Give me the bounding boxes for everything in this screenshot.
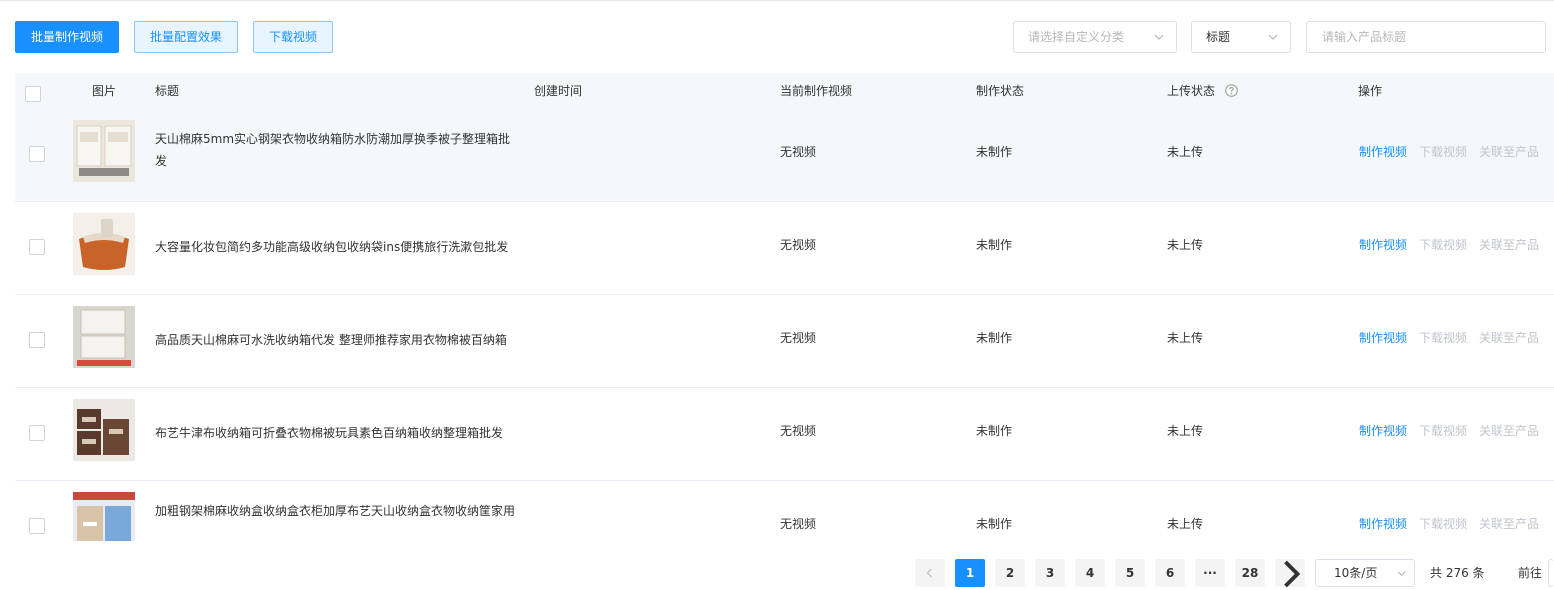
make-video-link[interactable]: 制作视频 — [1359, 422, 1407, 439]
link-to-product-link[interactable]: 关联至产品 — [1479, 236, 1539, 253]
batch-make-video-button[interactable]: 批量制作视频 — [15, 21, 119, 53]
page-button-5[interactable]: 5 — [1115, 559, 1145, 587]
upload-status: 未上传 — [1167, 145, 1204, 159]
header-actions: 操作 — [1358, 84, 1383, 98]
product-thumbnail[interactable] — [73, 120, 135, 182]
table-row: 大容量化妆包简约多功能高级收纳包收纳袋ins便携旅行洗漱包批发 无视频 未制作 … — [15, 202, 1554, 295]
header-created-time: 创建时间 — [534, 84, 583, 98]
product-thumbnail[interactable] — [73, 492, 135, 541]
category-select-placeholder: 请选择自定义分类 — [1028, 30, 1125, 44]
chevron-down-icon — [1397, 571, 1406, 577]
row-checkbox[interactable] — [29, 146, 45, 162]
product-title: 布艺牛津布收纳箱可折叠衣物棉被玩具素色百纳箱收纳整理箱批发 — [155, 426, 504, 440]
prev-page-button[interactable] — [915, 559, 945, 587]
download-video-link[interactable]: 下载视频 — [1419, 515, 1467, 532]
table-row: 天山棉麻5mm实心钢架衣物收纳箱防水防潮加厚换季被子整理箱批发 无视频 未制作 … — [15, 109, 1554, 202]
row-checkbox[interactable] — [29, 239, 45, 255]
page-button-3[interactable]: 3 — [1035, 559, 1065, 587]
question-circle-icon[interactable] — [1225, 84, 1238, 97]
search-field-select[interactable]: 标题 — [1191, 21, 1291, 53]
download-video-link[interactable]: 下载视频 — [1419, 143, 1467, 160]
toolbar: 批量制作视频 批量配置效果 下载视频 请选择自定义分类 标题 — [15, 21, 1546, 53]
table-row: 布艺牛津布收纳箱可折叠衣物棉被玩具素色百纳箱收纳整理箱批发 无视频 未制作 未上… — [15, 388, 1554, 481]
page-button-4[interactable]: 4 — [1075, 559, 1105, 587]
make-video-link[interactable]: 制作视频 — [1359, 329, 1407, 346]
header-upload-status-label: 上传状态 — [1167, 84, 1216, 98]
current-video: 无视频 — [780, 331, 817, 345]
upload-status: 未上传 — [1167, 424, 1204, 438]
download-video-link[interactable]: 下载视频 — [1419, 422, 1467, 439]
link-to-product-link[interactable]: 关联至产品 — [1479, 143, 1539, 160]
upload-status: 未上传 — [1167, 517, 1204, 531]
goto-label: 前往 — [1518, 566, 1543, 580]
current-video: 无视频 — [780, 517, 817, 531]
download-video-link[interactable]: 下载视频 — [1419, 236, 1467, 253]
search-field-value: 标题 — [1206, 30, 1231, 44]
pagination: 1 2 3 4 5 6 ··· 28 10条/页 共 276 条 前往 — [915, 559, 1554, 588]
header-current-video: 当前制作视频 — [780, 84, 853, 98]
select-all-checkbox[interactable] — [25, 86, 41, 102]
make-video-link[interactable]: 制作视频 — [1359, 236, 1407, 253]
custom-category-select[interactable]: 请选择自定义分类 — [1013, 21, 1177, 53]
make-status: 未制作 — [976, 331, 1013, 345]
link-to-product-link[interactable]: 关联至产品 — [1479, 515, 1539, 532]
make-status: 未制作 — [976, 238, 1013, 252]
product-title: 加粗钢架棉麻收纳盒收纳盒衣柜加厚布艺天山收纳盒衣物收纳筐家用 — [155, 504, 516, 518]
chevron-right-icon — [1284, 560, 1301, 588]
product-title: 高品质天山棉麻可水洗收纳箱代发 整理师推荐家用衣物棉被百纳箱 — [155, 333, 507, 347]
page-button-2[interactable]: 2 — [995, 559, 1025, 587]
current-video: 无视频 — [780, 424, 817, 438]
header-make-status: 制作状态 — [976, 84, 1025, 98]
batch-config-effect-button[interactable]: 批量配置效果 — [134, 21, 238, 53]
product-title: 天山棉麻5mm实心钢架衣物收纳箱防水防潮加厚换季被子整理箱批发 — [155, 132, 511, 168]
product-thumbnail[interactable] — [73, 399, 135, 461]
link-to-product-link[interactable]: 关联至产品 — [1479, 329, 1539, 346]
header-image: 图片 — [92, 84, 117, 98]
next-page-button[interactable] — [1275, 559, 1305, 588]
row-checkbox[interactable] — [29, 332, 45, 348]
product-thumbnail[interactable] — [73, 306, 135, 368]
product-thumbnail[interactable] — [73, 213, 135, 275]
make-status: 未制作 — [976, 145, 1013, 159]
goto-page-input[interactable] — [1548, 559, 1554, 587]
table-row: 高品质天山棉麻可水洗收纳箱代发 整理师推荐家用衣物棉被百纳箱 无视频 未制作 未… — [15, 295, 1554, 388]
total-count: 共 276 条 — [1430, 566, 1485, 580]
page-button-1[interactable]: 1 — [955, 559, 985, 587]
make-status: 未制作 — [976, 424, 1013, 438]
chevron-left-icon — [926, 568, 932, 578]
page-button-28[interactable]: 28 — [1235, 559, 1265, 587]
row-checkbox[interactable] — [29, 518, 45, 534]
product-title: 大容量化妆包简约多功能高级收纳包收纳袋ins便携旅行洗漱包批发 — [155, 240, 509, 254]
current-video: 无视频 — [780, 145, 817, 159]
make-video-link[interactable]: 制作视频 — [1359, 143, 1407, 160]
table-header: 图片 标题 创建时间 当前制作视频 制作状态 上传状态 操作 — [15, 73, 1554, 109]
upload-status: 未上传 — [1167, 238, 1204, 252]
link-to-product-link[interactable]: 关联至产品 — [1479, 422, 1539, 439]
row-checkbox[interactable] — [29, 425, 45, 441]
make-video-link[interactable]: 制作视频 — [1359, 515, 1407, 532]
chevron-down-icon — [1154, 34, 1164, 40]
page-button-6[interactable]: 6 — [1155, 559, 1185, 587]
product-title-search-input[interactable] — [1306, 21, 1546, 53]
current-video: 无视频 — [780, 238, 817, 252]
download-video-button[interactable]: 下载视频 — [253, 21, 333, 53]
chevron-down-icon — [1268, 34, 1278, 40]
page-size-value: 10条/页 — [1334, 566, 1378, 580]
page-size-select[interactable]: 10条/页 — [1315, 559, 1415, 587]
upload-status: 未上传 — [1167, 331, 1204, 345]
page-ellipsis-button[interactable]: ··· — [1195, 559, 1225, 587]
header-title: 标题 — [155, 84, 180, 98]
download-video-link[interactable]: 下载视频 — [1419, 329, 1467, 346]
header-upload-status: 上传状态 — [1167, 73, 1238, 109]
table-row: 加粗钢架棉麻收纳盒收纳盒衣柜加厚布艺天山收纳盒衣物收纳筐家用 无视频 未制作 未… — [15, 481, 1554, 541]
product-table: 图片 标题 创建时间 当前制作视频 制作状态 上传状态 操作 天山棉麻5mm实心… — [15, 73, 1554, 541]
make-status: 未制作 — [976, 517, 1013, 531]
